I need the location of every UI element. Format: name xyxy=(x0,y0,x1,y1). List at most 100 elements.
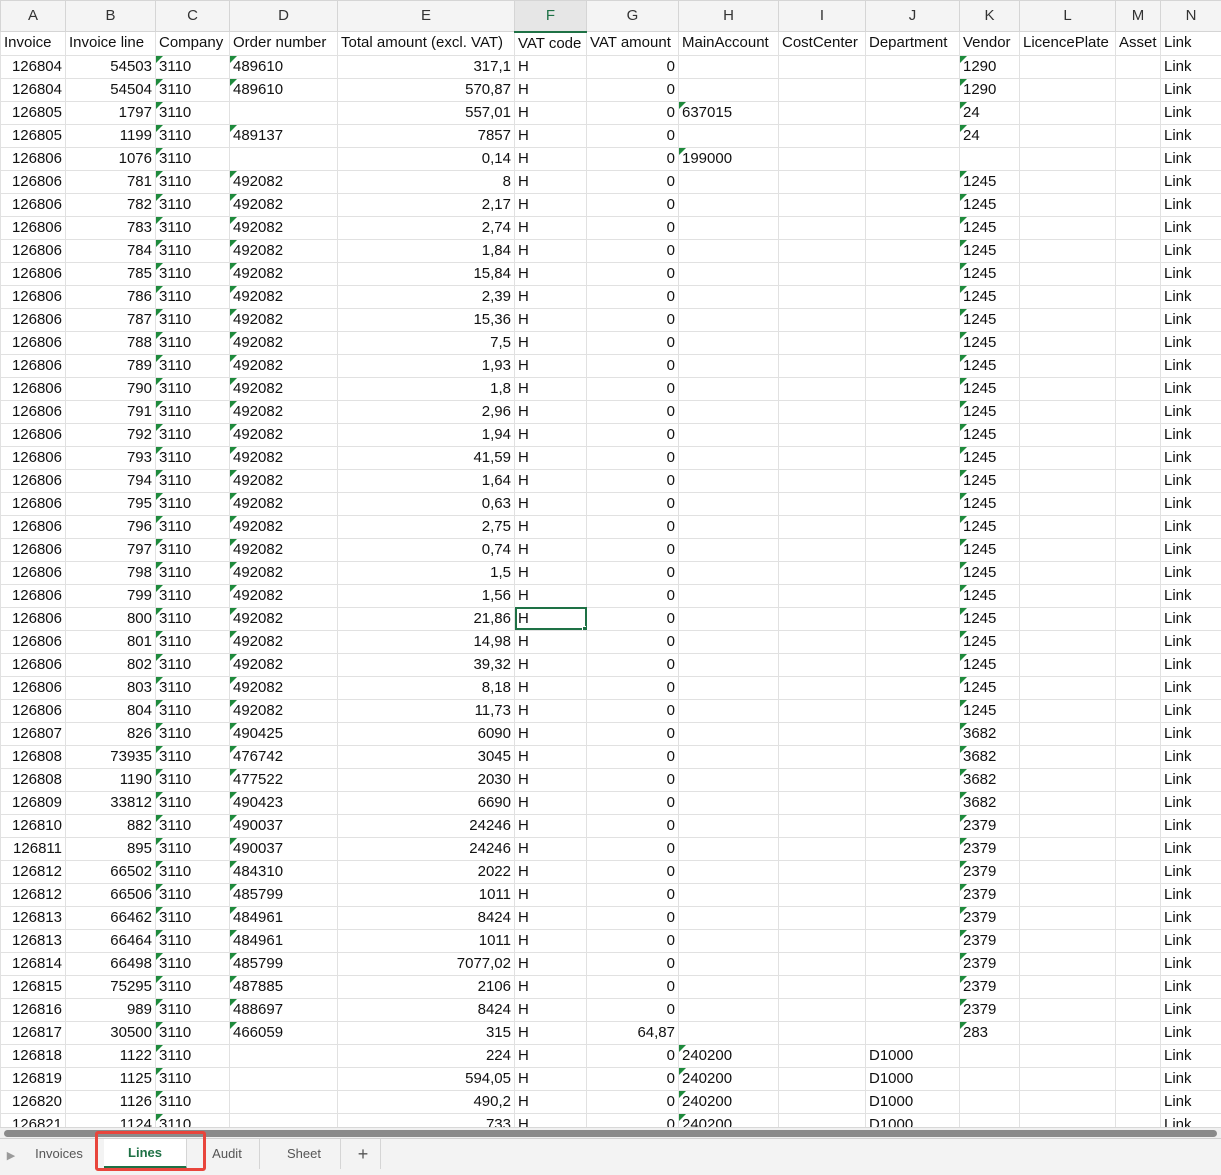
cell-e[interactable]: 6090 xyxy=(338,722,515,745)
cell-l[interactable] xyxy=(1020,837,1116,860)
cell-a[interactable]: 126819 xyxy=(1,1067,66,1090)
column-letter-k[interactable]: K xyxy=(960,1,1020,32)
cell-h[interactable] xyxy=(679,78,779,101)
cell-k[interactable]: 1245 xyxy=(960,630,1020,653)
cell-n[interactable]: Link xyxy=(1161,1044,1221,1067)
cell-f[interactable]: H xyxy=(515,791,587,814)
cell-j[interactable] xyxy=(866,124,960,147)
cell-a[interactable]: 126808 xyxy=(1,768,66,791)
cell-h[interactable] xyxy=(679,55,779,78)
cell-b[interactable]: 989 xyxy=(66,998,156,1021)
cell-d[interactable]: 492082 xyxy=(230,630,338,653)
cell-b[interactable]: 791 xyxy=(66,400,156,423)
cell-h[interactable]: 240200 xyxy=(679,1113,779,1127)
cell-i[interactable] xyxy=(779,768,866,791)
cell-f[interactable]: H xyxy=(515,699,587,722)
cell-m[interactable] xyxy=(1116,193,1161,216)
cell-d[interactable]: 492082 xyxy=(230,584,338,607)
cell-i[interactable] xyxy=(779,285,866,308)
cell-n[interactable]: Link xyxy=(1161,883,1221,906)
cell-m[interactable] xyxy=(1116,630,1161,653)
cell-d[interactable]: 485799 xyxy=(230,883,338,906)
cell-c[interactable]: 3110 xyxy=(156,860,230,883)
cell-f[interactable]: H xyxy=(515,653,587,676)
cell-d[interactable]: 490037 xyxy=(230,814,338,837)
cell-n[interactable]: Link xyxy=(1161,354,1221,377)
cell-g[interactable]: 0 xyxy=(587,791,679,814)
cell-c[interactable]: 3110 xyxy=(156,929,230,952)
cell-h[interactable]: 637015 xyxy=(679,101,779,124)
cell-a[interactable]: 126812 xyxy=(1,883,66,906)
cell-a[interactable]: 126806 xyxy=(1,607,66,630)
cell-c[interactable]: 3110 xyxy=(156,400,230,423)
cell-d[interactable]: 484961 xyxy=(230,906,338,929)
cell-b[interactable]: 54504 xyxy=(66,78,156,101)
cell-g[interactable]: 0 xyxy=(587,745,679,768)
cell-c[interactable]: 3110 xyxy=(156,193,230,216)
cell-c[interactable]: 3110 xyxy=(156,1044,230,1067)
cell-b[interactable]: 1076 xyxy=(66,147,156,170)
cell-c[interactable]: 3110 xyxy=(156,814,230,837)
cell-m[interactable] xyxy=(1116,377,1161,400)
cell-l[interactable] xyxy=(1020,193,1116,216)
tab-audit[interactable]: Audit xyxy=(195,1139,260,1169)
cell-m[interactable] xyxy=(1116,124,1161,147)
cell-f[interactable]: H xyxy=(515,1067,587,1090)
cell-i[interactable] xyxy=(779,216,866,239)
cell-n[interactable]: Link xyxy=(1161,584,1221,607)
cell-a[interactable]: 126806 xyxy=(1,423,66,446)
column-header-cell[interactable]: Vendor xyxy=(960,32,1020,56)
cell-n[interactable]: Link xyxy=(1161,975,1221,998)
cell-b[interactable]: 826 xyxy=(66,722,156,745)
tab-lines[interactable]: Lines xyxy=(104,1139,187,1169)
cell-d[interactable] xyxy=(230,101,338,124)
cell-i[interactable] xyxy=(779,400,866,423)
cell-c[interactable]: 3110 xyxy=(156,515,230,538)
cell-n[interactable]: Link xyxy=(1161,55,1221,78)
cell-b[interactable]: 30500 xyxy=(66,1021,156,1044)
cell-g[interactable]: 0 xyxy=(587,78,679,101)
cell-m[interactable] xyxy=(1116,285,1161,308)
cell-d[interactable]: 466059 xyxy=(230,1021,338,1044)
cell-m[interactable] xyxy=(1116,837,1161,860)
cell-l[interactable] xyxy=(1020,423,1116,446)
cell-j[interactable] xyxy=(866,906,960,929)
cell-c[interactable]: 3110 xyxy=(156,469,230,492)
cell-m[interactable] xyxy=(1116,354,1161,377)
cell-g[interactable]: 0 xyxy=(587,1113,679,1127)
cell-n[interactable]: Link xyxy=(1161,791,1221,814)
cell-l[interactable] xyxy=(1020,1067,1116,1090)
cell-e[interactable]: 1,5 xyxy=(338,561,515,584)
cell-m[interactable] xyxy=(1116,1044,1161,1067)
cell-f[interactable]: H xyxy=(515,975,587,998)
cell-n[interactable]: Link xyxy=(1161,101,1221,124)
cell-i[interactable] xyxy=(779,170,866,193)
cell-h[interactable] xyxy=(679,814,779,837)
cell-f[interactable]: H xyxy=(515,354,587,377)
cell-f[interactable]: H xyxy=(515,78,587,101)
cell-a[interactable]: 126806 xyxy=(1,147,66,170)
cell-k[interactable]: 2379 xyxy=(960,883,1020,906)
cell-d[interactable]: 492082 xyxy=(230,262,338,285)
cell-a[interactable]: 126806 xyxy=(1,216,66,239)
cell-b[interactable]: 75295 xyxy=(66,975,156,998)
cell-m[interactable] xyxy=(1116,998,1161,1021)
cell-n[interactable]: Link xyxy=(1161,262,1221,285)
cell-m[interactable] xyxy=(1116,1067,1161,1090)
cell-f[interactable]: H xyxy=(515,1090,587,1113)
cell-h[interactable] xyxy=(679,377,779,400)
cell-a[interactable]: 126806 xyxy=(1,239,66,262)
cell-j[interactable] xyxy=(866,492,960,515)
cell-l[interactable] xyxy=(1020,814,1116,837)
cell-j[interactable] xyxy=(866,814,960,837)
cell-g[interactable]: 0 xyxy=(587,239,679,262)
cell-b[interactable]: 882 xyxy=(66,814,156,837)
cell-c[interactable]: 3110 xyxy=(156,308,230,331)
cell-j[interactable] xyxy=(866,515,960,538)
cell-n[interactable]: Link xyxy=(1161,929,1221,952)
cell-n[interactable]: Link xyxy=(1161,1090,1221,1113)
cell-j[interactable] xyxy=(866,354,960,377)
cell-g[interactable]: 0 xyxy=(587,699,679,722)
cell-d[interactable]: 490037 xyxy=(230,837,338,860)
cell-c[interactable]: 3110 xyxy=(156,883,230,906)
